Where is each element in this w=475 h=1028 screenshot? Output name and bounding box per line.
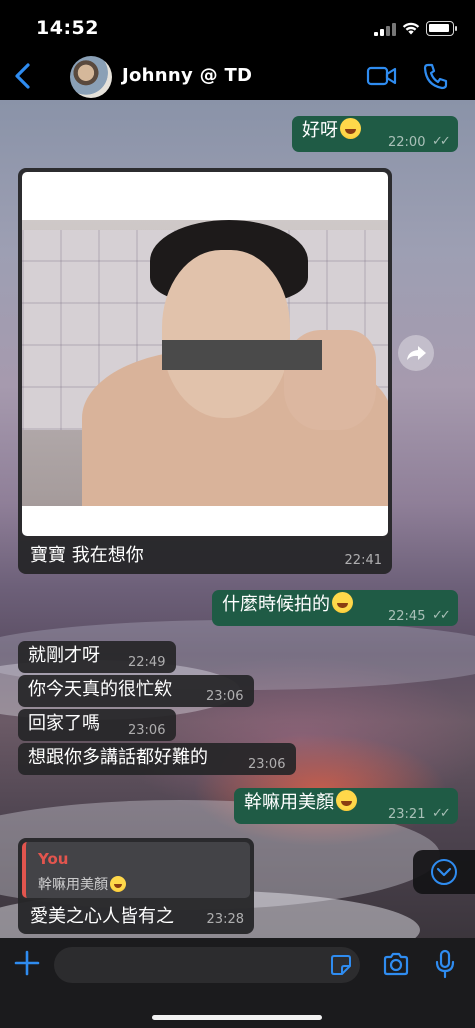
quoted-message[interactable]: You 幹嘛用美顏 (22, 842, 250, 898)
message-time: 23:28 (206, 912, 244, 927)
message-incoming[interactable]: 就剛才呀 22:49 (18, 641, 176, 673)
read-receipt-icon: ✓✓ (432, 608, 451, 623)
message-text: 就剛才呀 (28, 645, 100, 666)
censor-bar (162, 340, 322, 370)
photo-image (22, 220, 388, 506)
chevron-down-icon (431, 859, 457, 885)
tears-of-joy-icon (110, 876, 126, 892)
message-text: 什麼時候拍的 (222, 594, 330, 615)
status-time: 14:52 (36, 17, 99, 39)
camera-button[interactable] (382, 951, 410, 977)
quote-text: 幹嘛用美顏 (38, 874, 126, 894)
message-text: 幹嘛用美顏 (244, 792, 334, 813)
sticker-button[interactable] (330, 954, 352, 976)
message-time: 22:41 (344, 553, 382, 568)
battery-icon (426, 21, 457, 36)
message-time: 22:00 (388, 135, 426, 150)
message-incoming[interactable]: 想跟你多講話都好難的 23:06 (18, 743, 296, 775)
message-text: 愛美之心人皆有之 (30, 906, 174, 927)
scroll-to-bottom-button[interactable] (413, 850, 475, 894)
message-outgoing[interactable]: 幹嘛用美顏 23:21 ✓✓ (234, 788, 458, 824)
cellular-signal-icon (374, 22, 396, 36)
message-incoming[interactable]: 你今天真的很忙欸 23:06 (18, 675, 254, 707)
message-time: 23:06 (206, 689, 244, 704)
avatar[interactable] (70, 56, 112, 98)
video-call-button[interactable] (366, 64, 398, 88)
chat-screen: 14:52 Johnny @ TD 好呀 22:00 ✓✓ 寶寶 我在想你 22… (0, 0, 475, 1028)
tears-of-joy-icon (332, 592, 353, 613)
message-time: 22:49 (128, 655, 166, 670)
message-outgoing[interactable]: 什麼時候拍的 22:45 ✓✓ (212, 590, 458, 626)
message-text: 想跟你多講話都好難的 (28, 747, 208, 768)
tears-of-joy-icon (336, 790, 357, 811)
photo-attachment[interactable] (22, 172, 388, 536)
message-time: 23:06 (128, 723, 166, 738)
message-time: 22:45 (388, 609, 426, 624)
back-button[interactable] (10, 60, 38, 92)
status-bar: 14:52 (0, 0, 475, 52)
message-incoming-photo[interactable]: 寶寶 我在想你 22:41 (18, 168, 392, 574)
message-incoming-reply[interactable]: You 幹嘛用美顏 愛美之心人皆有之 23:28 (18, 838, 254, 934)
message-outgoing[interactable]: 好呀 22:00 ✓✓ (292, 116, 458, 152)
message-time: 23:06 (248, 757, 286, 772)
chat-header: Johnny @ TD (0, 52, 475, 100)
message-text: 回家了嗎 (28, 713, 100, 734)
read-receipt-icon: ✓✓ (432, 134, 451, 149)
message-time: 23:21 (388, 807, 426, 822)
attach-button[interactable] (14, 950, 40, 976)
message-incoming[interactable]: 回家了嗎 23:06 (18, 709, 176, 741)
photo-caption: 寶寶 我在想你 (30, 545, 144, 566)
smiling-face-with-hearts-icon (340, 118, 361, 139)
quote-author: You (38, 850, 69, 868)
message-text: 好呀 (302, 120, 338, 141)
home-indicator[interactable] (152, 1015, 322, 1020)
forward-button[interactable] (398, 335, 434, 371)
voice-call-button[interactable] (422, 62, 448, 90)
message-text: 你今天真的很忙欸 (28, 679, 172, 700)
contact-name[interactable]: Johnny @ TD (122, 65, 252, 86)
message-input[interactable] (54, 947, 360, 983)
read-receipt-icon: ✓✓ (432, 806, 451, 821)
forward-icon (407, 346, 426, 360)
wifi-icon (402, 22, 420, 35)
message-input-bar (0, 938, 475, 1028)
microphone-button[interactable] (434, 949, 456, 979)
